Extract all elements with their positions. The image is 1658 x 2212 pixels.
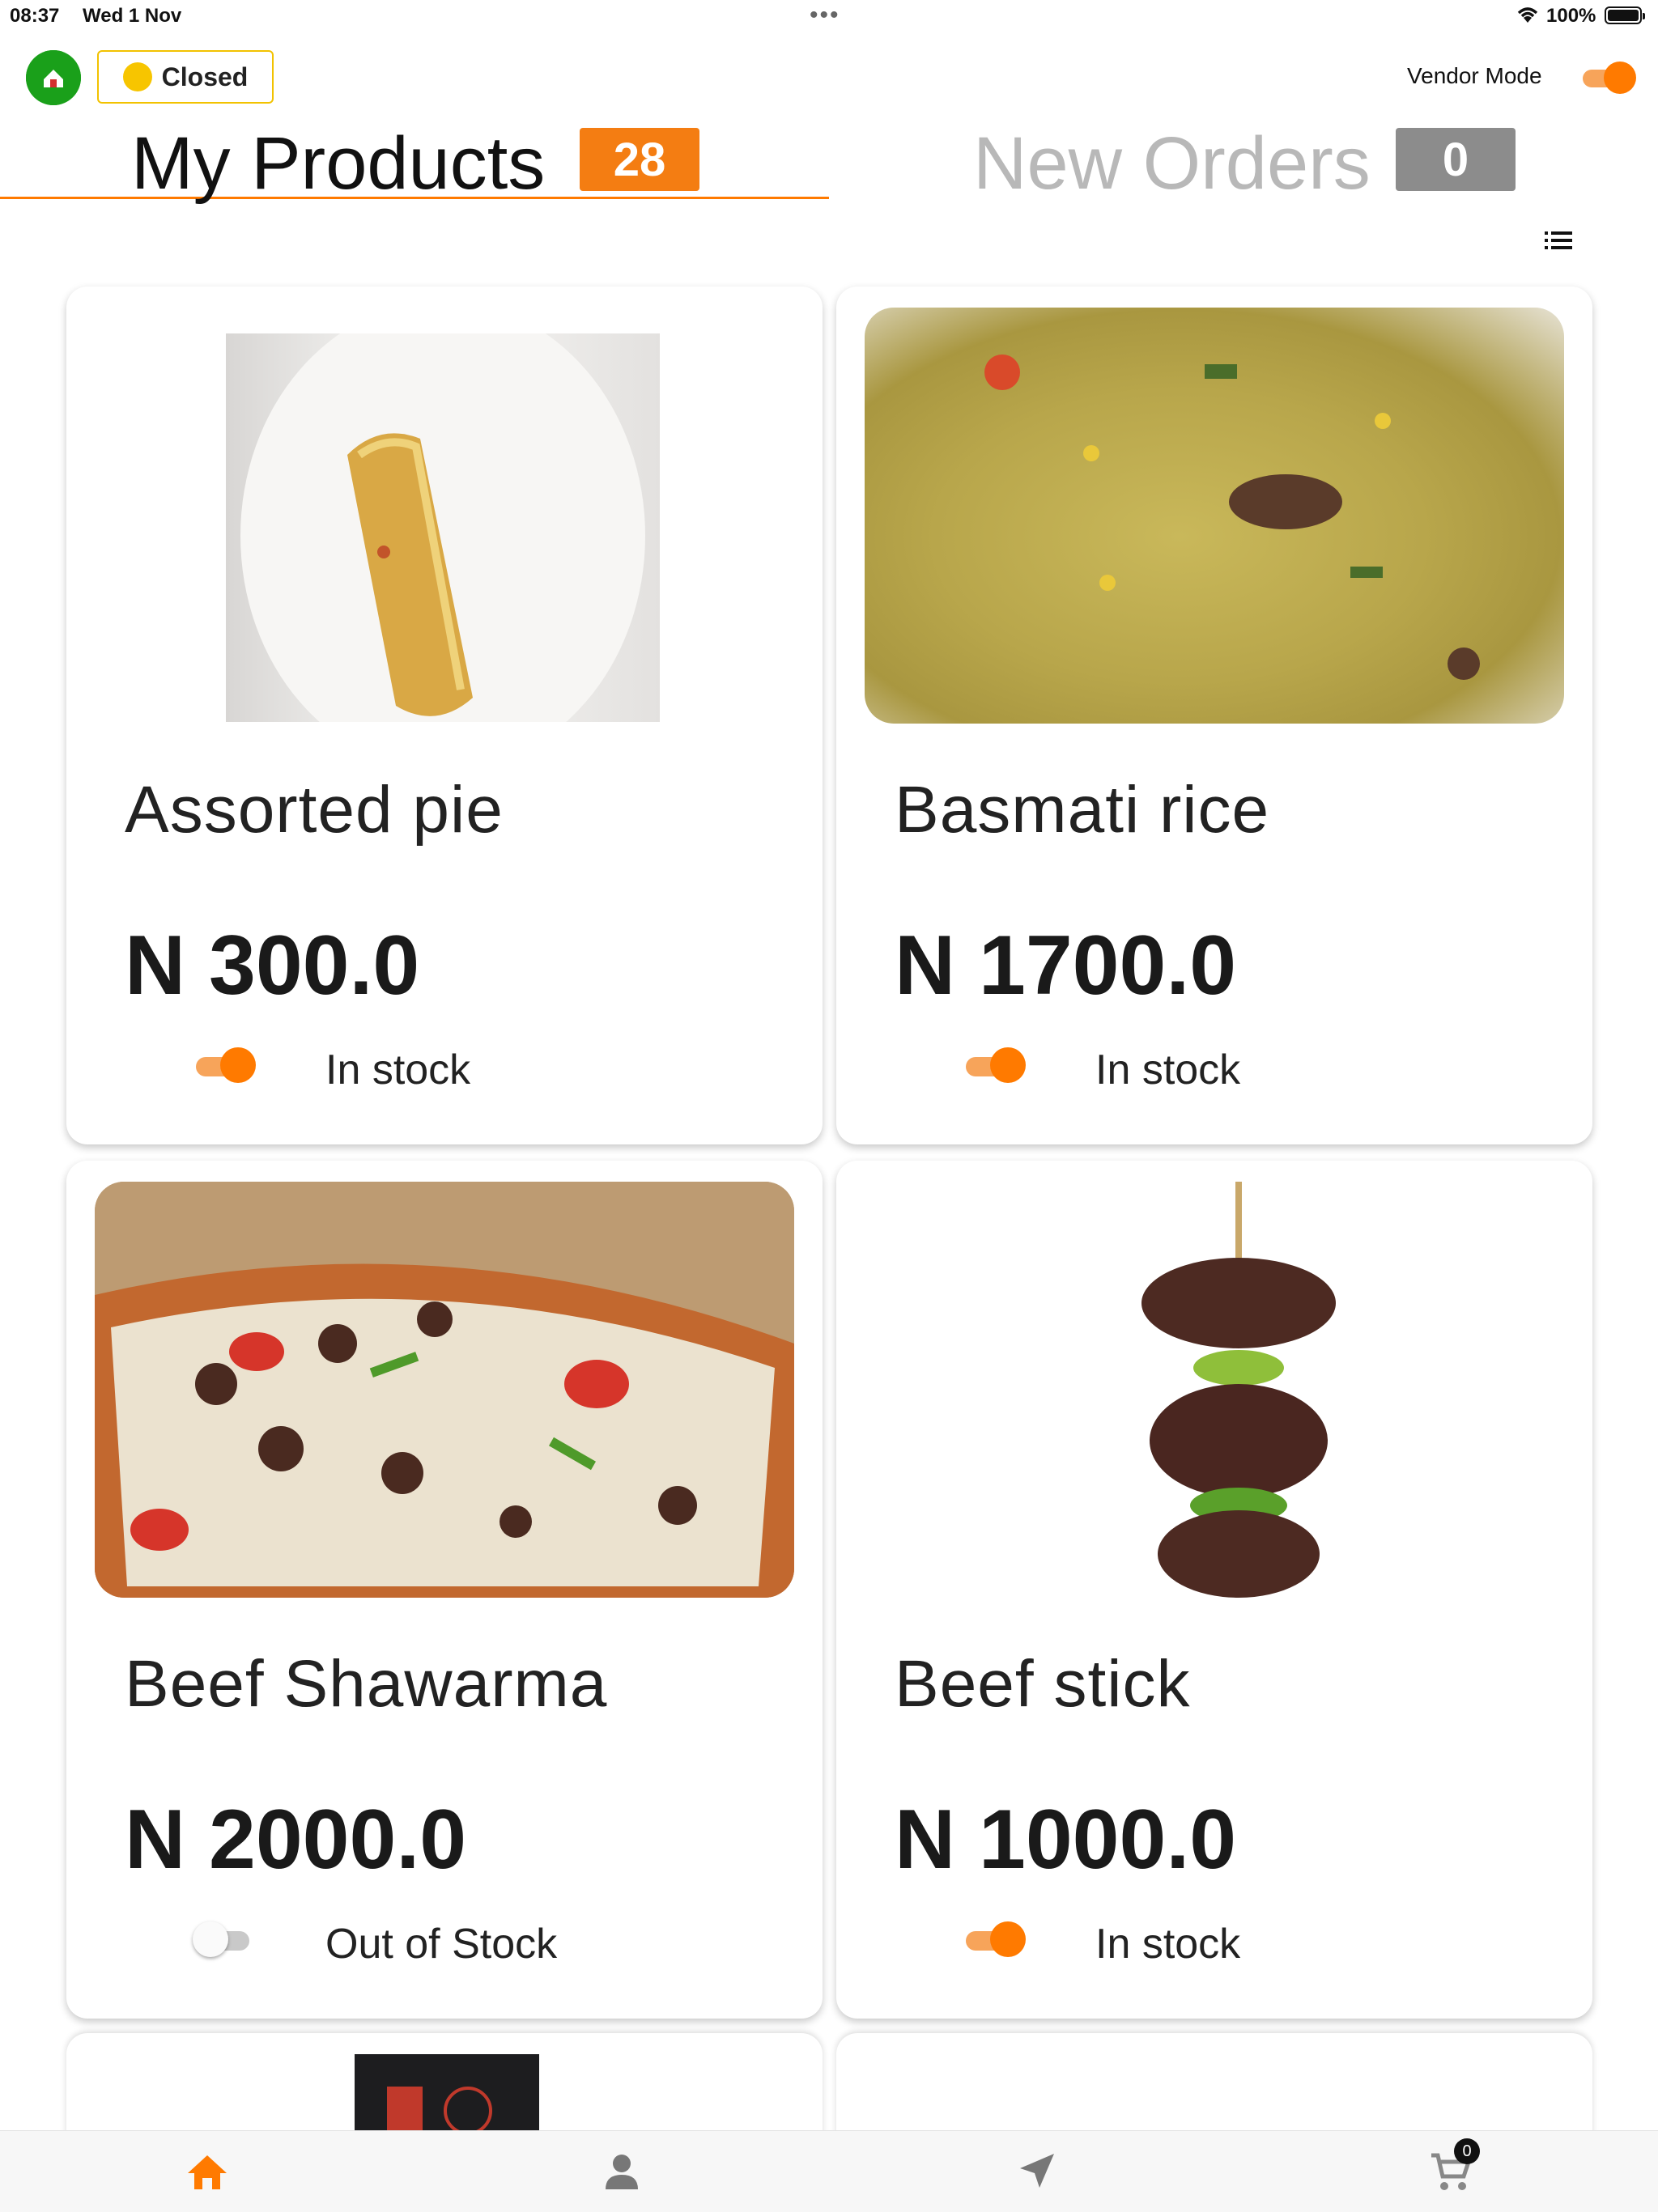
tab-my-products[interactable]: My Products 28	[0, 121, 829, 204]
store-status-label: Closed	[161, 62, 249, 91]
product-price: N 2000.0	[125, 1793, 467, 1887]
vendor-mode-label: Vendor Mode	[1407, 63, 1542, 88]
product-name: Beef Shawarma	[125, 1647, 608, 1721]
product-card[interactable]: Beef Shawarma N 2000.0 Out of Stock	[66, 1161, 823, 2019]
product-price: N 1000.0	[895, 1793, 1237, 1887]
profile-icon[interactable]	[597, 2147, 646, 2196]
status-date: Wed 1 Nov	[83, 5, 182, 27]
product-image	[95, 1182, 794, 1598]
list-view-icon[interactable]	[1543, 228, 1575, 253]
product-card[interactable]: Beef stick N 1000.0 In stock	[836, 1161, 1592, 2019]
product-price: N 1700.0	[895, 919, 1237, 1013]
status-time: 08:37	[10, 5, 60, 27]
home-icon[interactable]	[183, 2147, 232, 2196]
stock-status-label: In stock	[1095, 1047, 1241, 1093]
product-name: Beef stick	[895, 1647, 1191, 1721]
stock-toggle[interactable]	[966, 1047, 1026, 1083]
store-logo	[26, 50, 81, 105]
tab-my-products-label: My Products	[131, 122, 546, 205]
stock-status-label: In stock	[1095, 1921, 1241, 1968]
wifi-icon	[1514, 3, 1541, 30]
product-image	[865, 1182, 1564, 1598]
stock-toggle[interactable]	[966, 1921, 1026, 1957]
product-name: Basmati rice	[895, 773, 1270, 847]
stock-toggle[interactable]	[196, 1047, 256, 1083]
product-card[interactable]: Assorted pie N 300.0 In stock	[66, 287, 823, 1144]
products-count-badge: 28	[580, 128, 699, 191]
product-price: N 300.0	[125, 919, 420, 1013]
vendor-mode-toggle[interactable]	[1583, 62, 1636, 94]
logo-icon	[26, 50, 81, 105]
cart-count-badge: 0	[1454, 2138, 1480, 2164]
stock-status-label: Out of Stock	[325, 1921, 558, 1968]
battery-icon	[1605, 6, 1645, 24]
product-card[interactable]: Basmati rice N 1700.0 In stock	[836, 287, 1592, 1144]
stock-toggle[interactable]	[193, 1921, 256, 1957]
multitasking-dots-icon[interactable]: •••	[810, 2, 840, 29]
stock-status-label: In stock	[325, 1047, 471, 1093]
status-bar: 08:37 Wed 1 Nov ••• 100%	[0, 0, 1658, 32]
bottom-navigation	[0, 2130, 1658, 2212]
orders-count-badge: 0	[1396, 128, 1516, 191]
battery-percentage: 100%	[1546, 5, 1596, 27]
product-name: Assorted pie	[125, 773, 504, 847]
navigation-icon[interactable]	[1012, 2147, 1061, 2196]
product-image	[865, 308, 1564, 724]
product-image	[226, 333, 660, 722]
store-status-button[interactable]: Closed	[97, 50, 274, 104]
status-dot-icon	[122, 62, 152, 91]
tab-new-orders[interactable]: New Orders 0	[829, 121, 1658, 204]
tab-new-orders-label: New Orders	[973, 122, 1371, 205]
